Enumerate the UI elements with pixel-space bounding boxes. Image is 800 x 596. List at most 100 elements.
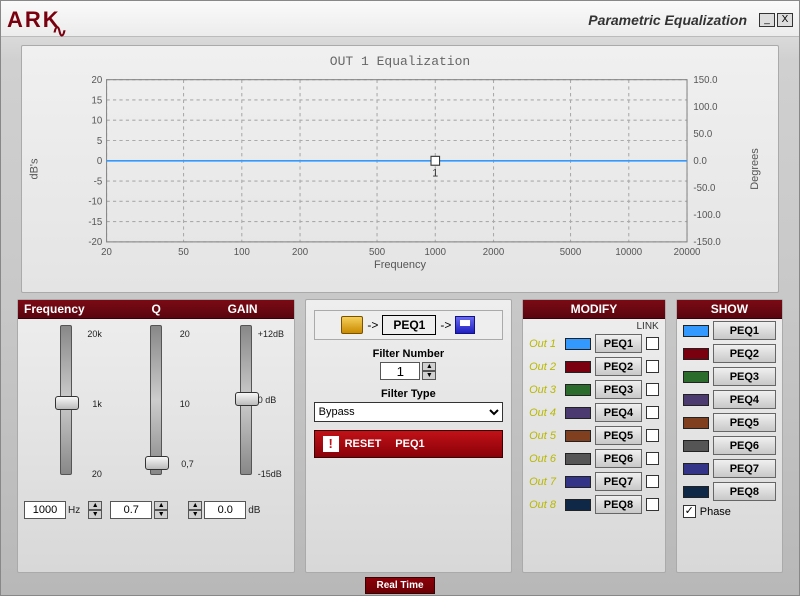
filter-number-spinner[interactable]: ▲▼ xyxy=(422,362,436,380)
svg-text:-10: -10 xyxy=(88,197,102,208)
freq-tick-top: 20k xyxy=(87,329,102,339)
reset-button[interactable]: ! RESET PEQ1 xyxy=(314,430,503,458)
show-row: PEQ8 xyxy=(677,480,782,503)
show-row: PEQ1 xyxy=(677,319,782,342)
filter-type-select[interactable]: Bypass xyxy=(314,402,503,422)
color-swatch xyxy=(565,407,591,419)
out-label: Out 6 xyxy=(529,453,561,465)
modify-row: Out 6 PEQ6 xyxy=(523,447,665,470)
phase-checkbox[interactable]: ✓ xyxy=(683,505,696,518)
peq-button-5[interactable]: PEQ5 xyxy=(595,426,642,445)
frequency-thumb[interactable] xyxy=(55,396,79,410)
out-label: Out 3 xyxy=(529,384,561,396)
window-title: Parametric Equalization xyxy=(61,12,747,28)
gain-spinner[interactable]: ▲▼ xyxy=(188,501,202,519)
reset-label: RESET xyxy=(345,438,382,450)
show-peq-button-5[interactable]: PEQ5 xyxy=(713,413,776,432)
q-thumb[interactable] xyxy=(145,456,169,470)
filter-number-input[interactable] xyxy=(380,362,420,380)
show-peq-button-7[interactable]: PEQ7 xyxy=(713,459,776,478)
color-swatch xyxy=(683,394,709,406)
filter-number-group: Filter Number ▲▼ xyxy=(314,348,503,380)
gain-input[interactable] xyxy=(204,501,246,519)
filter-panel: -> PEQ1 -> Filter Number ▲▼ Filter Type … xyxy=(305,299,512,573)
gain-slider[interactable] xyxy=(240,325,252,475)
color-swatch xyxy=(683,440,709,452)
link-checkbox-4[interactable] xyxy=(646,406,659,419)
gain-thumb[interactable] xyxy=(235,392,259,406)
footer: Real Time xyxy=(1,579,799,595)
q-slider-col: 20 10 0,7 xyxy=(112,325,200,497)
peq-button-8[interactable]: PEQ8 xyxy=(595,495,642,514)
frequency-unit: Hz xyxy=(68,505,80,516)
modify-row: Out 2 PEQ2 xyxy=(523,355,665,378)
color-swatch xyxy=(683,463,709,475)
header-gain: GAIN xyxy=(228,302,258,316)
show-peq-button-1[interactable]: PEQ1 xyxy=(713,321,776,340)
show-title: SHOW xyxy=(711,302,748,316)
svg-text:10: 10 xyxy=(92,115,103,126)
y-axis-left-label: dB's xyxy=(29,158,41,179)
color-swatch xyxy=(683,417,709,429)
q-tick-mid: 10 xyxy=(180,399,190,409)
show-peq-button-6[interactable]: PEQ6 xyxy=(713,436,776,455)
svg-text:100.0: 100.0 xyxy=(693,102,718,113)
frequency-input[interactable] xyxy=(24,501,66,519)
show-peq-button-4[interactable]: PEQ4 xyxy=(713,390,776,409)
out-label: Out 2 xyxy=(529,361,561,373)
gain-unit: dB xyxy=(248,505,260,516)
svg-text:20: 20 xyxy=(101,247,112,258)
chart-title: OUT 1 Equalization xyxy=(32,54,768,69)
save-icon[interactable] xyxy=(455,316,475,334)
show-peq-button-2[interactable]: PEQ2 xyxy=(713,344,776,363)
frequency-slider[interactable] xyxy=(60,325,72,475)
arrow-icon: -> xyxy=(367,318,378,332)
svg-text:100: 100 xyxy=(234,247,251,258)
peq-button-7[interactable]: PEQ7 xyxy=(595,472,642,491)
color-swatch xyxy=(683,371,709,383)
svg-text:150.0: 150.0 xyxy=(693,75,718,86)
svg-text:5: 5 xyxy=(97,136,103,147)
show-row: PEQ5 xyxy=(677,411,782,434)
svg-text:0: 0 xyxy=(97,156,103,167)
filter-number-label: Filter Number xyxy=(314,348,503,360)
close-button[interactable]: X xyxy=(777,13,793,27)
peq-route: -> PEQ1 -> xyxy=(314,310,503,340)
link-checkbox-2[interactable] xyxy=(646,360,659,373)
realtime-button[interactable]: Real Time xyxy=(365,577,434,594)
q-input[interactable] xyxy=(110,501,152,519)
color-swatch xyxy=(565,476,591,488)
frequency-spinner[interactable]: ▲▼ xyxy=(88,501,102,519)
gain-slider-col: +12dB 0 dB -15dB xyxy=(202,325,290,497)
phase-row: ✓ Phase xyxy=(677,503,782,520)
svg-text:0.0: 0.0 xyxy=(693,156,707,167)
link-checkbox-5[interactable] xyxy=(646,429,659,442)
svg-text:5000: 5000 xyxy=(560,247,582,258)
peq-button-4[interactable]: PEQ4 xyxy=(595,403,642,422)
modify-row: Out 7 PEQ7 xyxy=(523,470,665,493)
link-checkbox-8[interactable] xyxy=(646,498,659,511)
color-swatch xyxy=(565,453,591,465)
svg-text:20: 20 xyxy=(92,75,103,86)
svg-text:2000: 2000 xyxy=(483,247,505,258)
peq-button-3[interactable]: PEQ3 xyxy=(595,380,642,399)
out-label: Out 1 xyxy=(529,338,561,350)
open-icon[interactable] xyxy=(341,316,363,334)
show-peq-button-8[interactable]: PEQ8 xyxy=(713,482,776,501)
link-checkbox-1[interactable] xyxy=(646,337,659,350)
peq-button-1[interactable]: PEQ1 xyxy=(595,334,642,353)
link-checkbox-6[interactable] xyxy=(646,452,659,465)
reset-target: PEQ1 xyxy=(395,438,424,450)
gain-tick-top: +12dB xyxy=(258,329,284,339)
minimize-button[interactable]: _ xyxy=(759,13,775,27)
q-spinner[interactable]: ▲▼ xyxy=(154,501,168,519)
q-slider[interactable] xyxy=(150,325,162,475)
link-checkbox-3[interactable] xyxy=(646,383,659,396)
peq-button-2[interactable]: PEQ2 xyxy=(595,357,642,376)
eq-chart[interactable]: -20-15-10-505101520-150.0-100.0-50.00.05… xyxy=(68,73,732,273)
link-checkbox-7[interactable] xyxy=(646,475,659,488)
peq-button-6[interactable]: PEQ6 xyxy=(595,449,642,468)
controls-row: Frequency Q GAIN 20k 1k 20 xyxy=(1,299,799,579)
sliders-panel: Frequency Q GAIN 20k 1k 20 xyxy=(17,299,295,573)
show-peq-button-3[interactable]: PEQ3 xyxy=(713,367,776,386)
